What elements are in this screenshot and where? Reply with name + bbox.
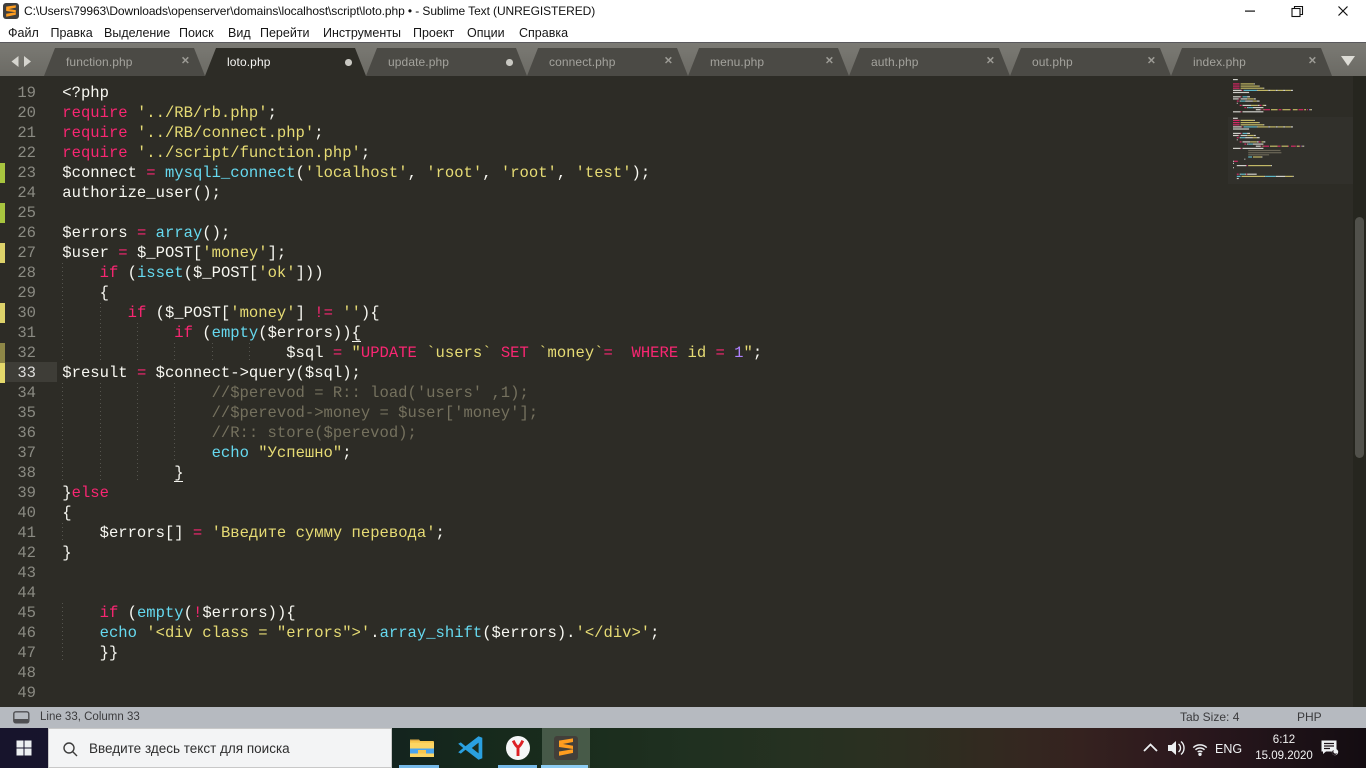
svg-text:ENG: ENG [1215, 742, 1242, 756]
